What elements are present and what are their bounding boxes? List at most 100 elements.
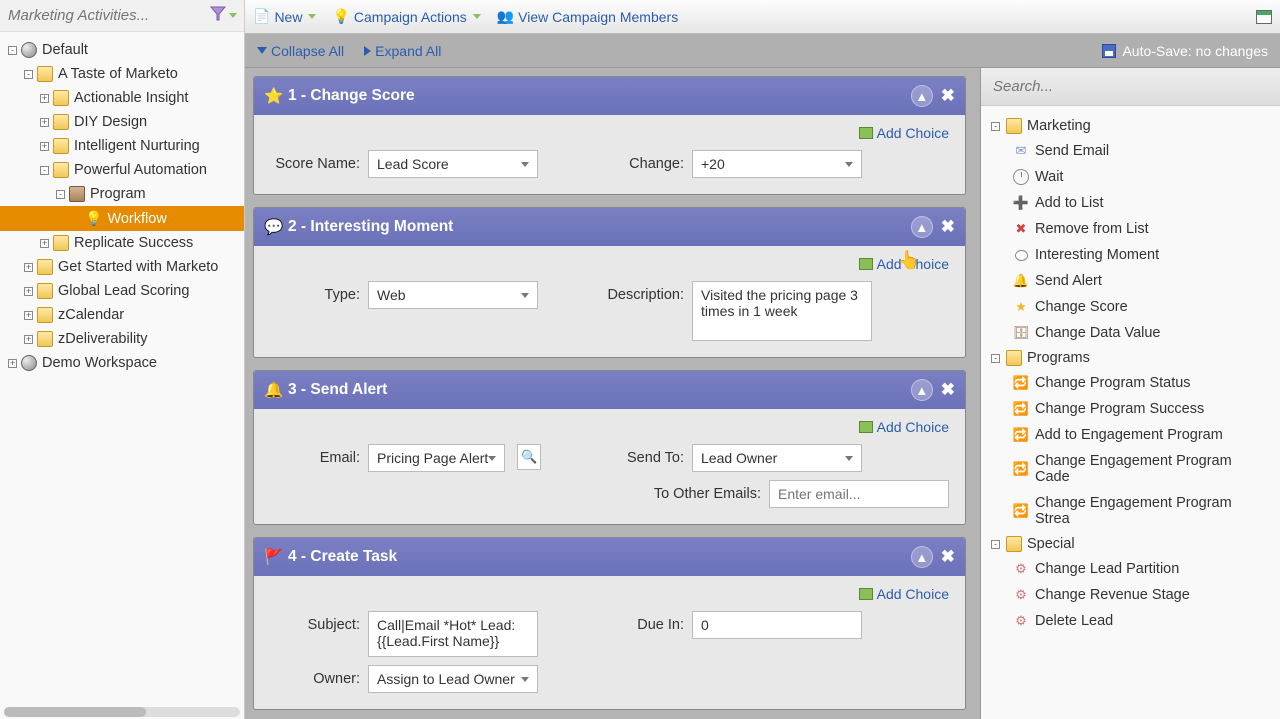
action-item[interactable]: 🔁Change Program Status — [985, 370, 1276, 396]
tree-node[interactable]: -Program — [0, 182, 244, 206]
select-input[interactable]: Pricing Page Alert — [368, 444, 505, 472]
close-icon[interactable]: ✖ — [941, 547, 955, 567]
tree-node-label: zCalendar — [58, 307, 124, 323]
action-group-header[interactable]: - Special — [985, 532, 1276, 556]
select-input[interactable]: Lead Score — [368, 150, 538, 178]
tree-node[interactable]: -Default — [0, 38, 244, 62]
move-up-button[interactable]: ▲ — [911, 379, 933, 401]
text-input[interactable] — [769, 480, 949, 508]
toolbar: 📄 New 💡 Campaign Actions 👥 View Campaign… — [245, 0, 1280, 34]
database-icon: 🗄 — [1013, 325, 1029, 341]
action-item[interactable]: 🗄Change Data Value — [985, 320, 1276, 346]
action-item[interactable]: ⚙Change Lead Partition — [985, 556, 1276, 582]
move-up-button[interactable]: ▲ — [911, 85, 933, 107]
move-up-button[interactable]: ▲ — [911, 216, 933, 238]
new-button[interactable]: 📄 New — [253, 8, 316, 25]
tree-node[interactable]: + zCalendar — [0, 303, 244, 327]
move-up-button[interactable]: ▲ — [911, 546, 933, 568]
step-header[interactable]: ⭐ 1 - Change Score ▲ ✖ — [254, 77, 965, 115]
action-item[interactable]: Wait — [985, 164, 1276, 190]
expand-icon[interactable]: + — [24, 263, 33, 272]
action-item[interactable]: ✉Send Email — [985, 138, 1276, 164]
close-icon[interactable]: ✖ — [941, 380, 955, 400]
action-group-header[interactable]: - Marketing — [985, 114, 1276, 138]
step-header[interactable]: 🚩 4 - Create Task ▲ ✖ — [254, 538, 965, 576]
collapse-icon[interactable]: - — [40, 166, 49, 175]
new-icon: 📄 — [253, 8, 270, 25]
tree-node[interactable]: -A Taste of Marketo — [0, 62, 244, 86]
campaign-actions-button[interactable]: 💡 Campaign Actions — [332, 8, 480, 25]
collapse-icon[interactable]: - — [991, 354, 1000, 363]
action-item[interactable]: 🔁Change Program Success — [985, 396, 1276, 422]
flow-canvas: ⭐ 1 - Change Score ▲ ✖Add ChoiceScore Na… — [245, 68, 980, 719]
close-icon[interactable]: ✖ — [941, 217, 955, 237]
view-members-button[interactable]: 👥 View Campaign Members — [497, 8, 678, 25]
action-group-header[interactable]: - Programs — [985, 346, 1276, 370]
expand-icon[interactable]: + — [24, 335, 33, 344]
collapse-icon[interactable]: - — [56, 190, 65, 199]
chevron-down-icon[interactable] — [229, 13, 237, 18]
step-header[interactable]: 🔔 3 - Send Alert ▲ ✖ — [254, 371, 965, 409]
expand-icon[interactable]: + — [40, 239, 49, 248]
expand-icon[interactable]: + — [40, 94, 49, 103]
add-choice-button[interactable]: Add Choice — [859, 256, 949, 272]
tree-node[interactable]: +Actionable Insight — [0, 86, 244, 110]
horizontal-scrollbar[interactable] — [4, 707, 240, 717]
expand-icon[interactable]: + — [24, 287, 33, 296]
action-item[interactable]: ➕Add to List — [985, 190, 1276, 216]
add-choice-button[interactable]: Add Choice — [859, 586, 949, 602]
close-icon[interactable]: ✖ — [941, 86, 955, 106]
action-item[interactable]: ⚙Change Revenue Stage — [985, 582, 1276, 608]
collapse-icon[interactable]: - — [991, 540, 1000, 549]
action-item[interactable]: 🔁Change Engagement Program Cade — [985, 448, 1276, 490]
select-input[interactable]: Lead Owner — [692, 444, 862, 472]
left-search-input[interactable] — [8, 7, 209, 24]
tree-node[interactable]: +DIY Design — [0, 110, 244, 134]
add-choice-button[interactable]: Add Choice — [859, 125, 949, 141]
add-choice-label: Add Choice — [877, 256, 949, 272]
step-header[interactable]: 💬 2 - Interesting Moment ▲ ✖ — [254, 208, 965, 246]
tree-node[interactable]: -Powerful Automation — [0, 158, 244, 182]
tree-node[interactable]: +Demo Workspace — [0, 351, 244, 375]
expand-icon[interactable]: + — [40, 142, 49, 151]
calendar-icon[interactable] — [1256, 10, 1272, 24]
new-label: New — [274, 9, 302, 25]
collapse-icon[interactable]: - — [24, 70, 33, 79]
expand-all-button[interactable]: Expand All — [364, 43, 441, 59]
tree-node[interactable]: 💡Workflow — [0, 206, 244, 231]
action-item[interactable]: 🔁Add to Engagement Program — [985, 422, 1276, 448]
right-search-input[interactable] — [993, 78, 1268, 95]
preview-button[interactable]: 🔍 — [517, 444, 541, 470]
select-value: Assign to Lead Owner — [377, 671, 515, 687]
tree-node[interactable]: +Replicate Success — [0, 231, 244, 255]
action-item-label: Change Score — [1035, 299, 1128, 315]
expand-icon[interactable]: + — [24, 311, 33, 320]
textarea-input[interactable] — [692, 281, 872, 341]
text-input[interactable] — [692, 611, 862, 639]
select-input[interactable]: Assign to Lead Owner — [368, 665, 538, 693]
tree-node[interactable]: +Intelligent Nurturing — [0, 134, 244, 158]
action-item[interactable]: Interesting Moment — [985, 242, 1276, 268]
tree-node[interactable]: +Global Lead Scoring — [0, 279, 244, 303]
collapse-all-button[interactable]: Collapse All — [257, 43, 344, 59]
spacer — [72, 214, 81, 223]
tree-node[interactable]: +zDeliverability — [0, 327, 244, 351]
action-item[interactable]: ★Change Score — [985, 294, 1276, 320]
collapse-icon[interactable]: - — [991, 122, 1000, 131]
flow-step: 🚩 4 - Create Task ▲ ✖Add ChoiceSubject:D… — [253, 537, 966, 710]
program-action-icon: 🔁 — [1013, 375, 1029, 391]
expand-icon[interactable]: + — [40, 118, 49, 127]
tree-node[interactable]: +Get Started with Marketo — [0, 255, 244, 279]
action-item[interactable]: 🔁Change Engagement Program Strea — [985, 490, 1276, 532]
collapse-icon[interactable]: - — [8, 46, 17, 55]
expand-icon[interactable]: + — [8, 359, 17, 368]
textarea-input[interactable] — [368, 611, 538, 657]
filter-icon[interactable] — [209, 6, 227, 25]
select-input[interactable]: +20 — [692, 150, 862, 178]
action-item[interactable]: ✖Remove from List — [985, 216, 1276, 242]
remove-from-list-icon: ✖ — [1013, 221, 1029, 237]
add-choice-button[interactable]: Add Choice — [859, 419, 949, 435]
select-input[interactable]: Web — [368, 281, 538, 309]
action-item[interactable]: ⚙Delete Lead — [985, 608, 1276, 634]
action-item[interactable]: 🔔Send Alert — [985, 268, 1276, 294]
